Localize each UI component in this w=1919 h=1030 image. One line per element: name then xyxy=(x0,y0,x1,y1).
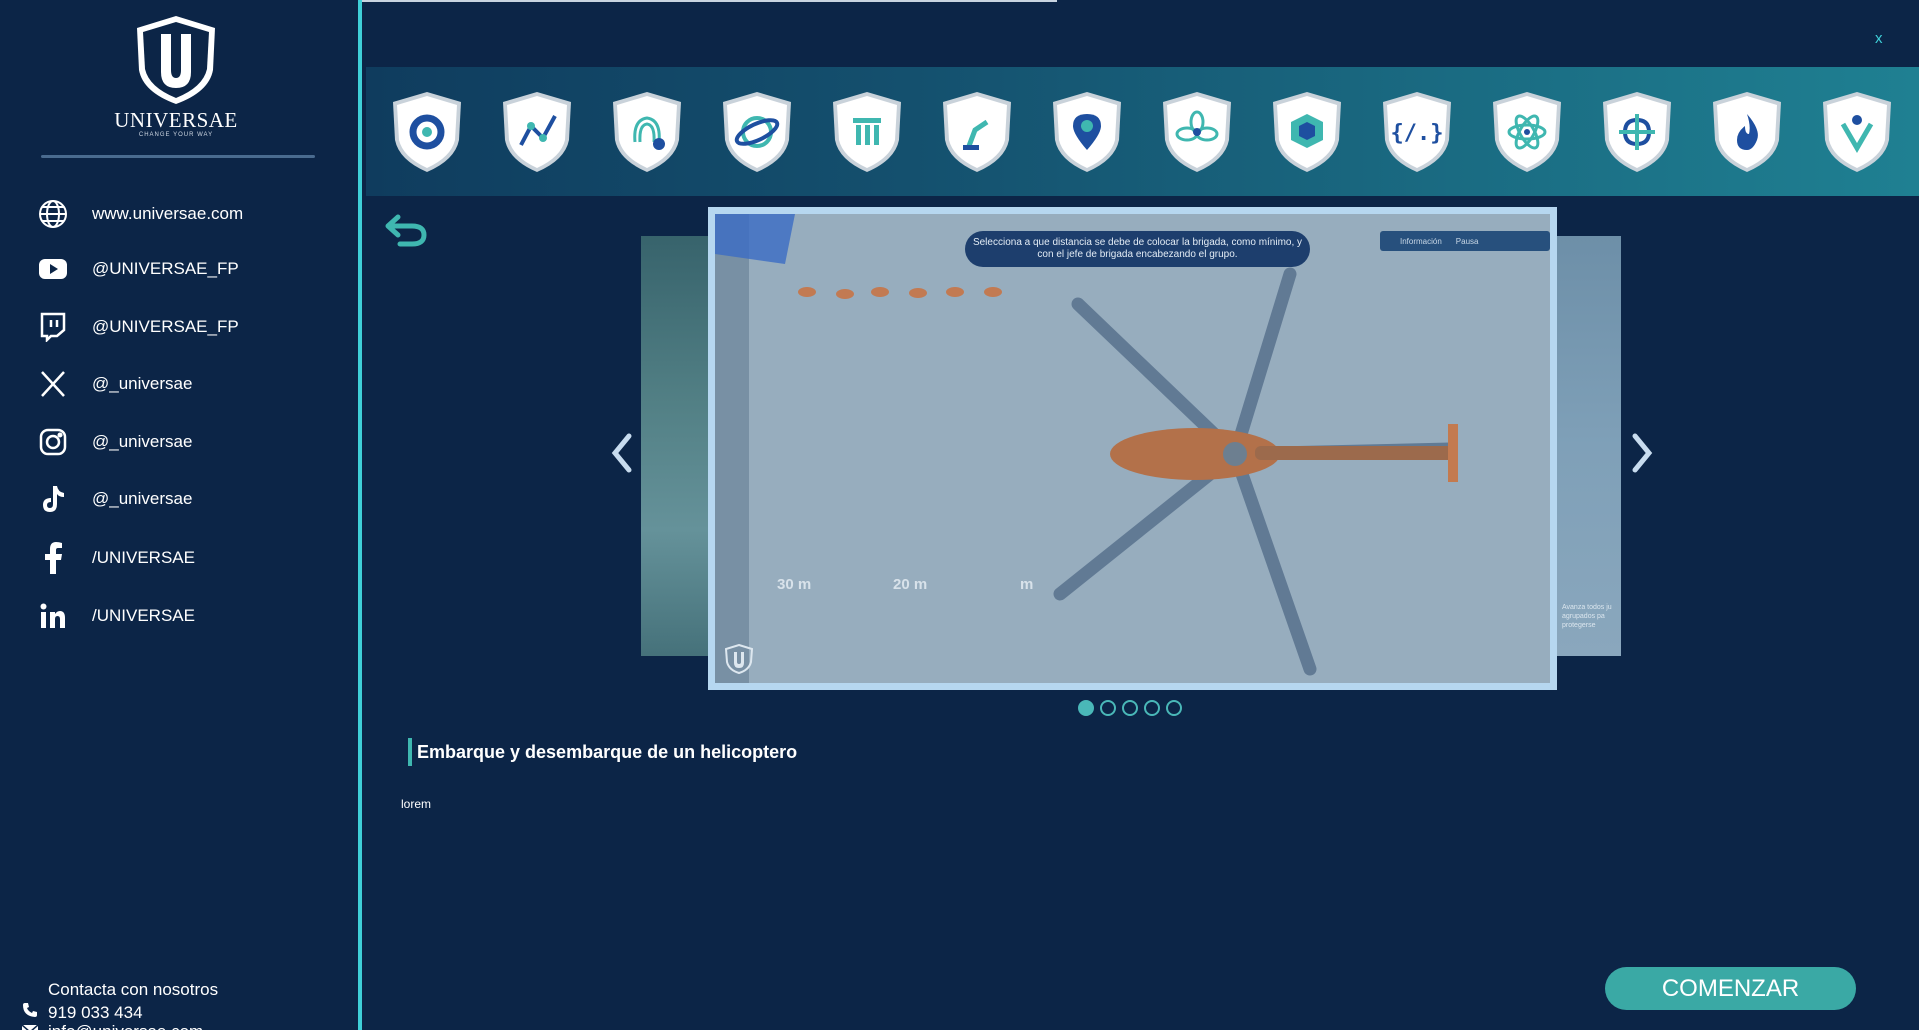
twitch-icon xyxy=(36,310,70,344)
linkedin-icon xyxy=(36,599,70,633)
social-link-youtube[interactable]: @UNIVERSAE_FP xyxy=(36,249,239,289)
category-badge[interactable] xyxy=(499,90,575,174)
distance-label: 20 m xyxy=(893,576,928,593)
carousel-dot[interactable] xyxy=(1166,700,1182,716)
carousel-next-button[interactable] xyxy=(1627,430,1657,476)
social-label: @UNIVERSAE_FP xyxy=(92,317,239,336)
columns-badge-icon xyxy=(833,92,901,172)
category-badge[interactable] xyxy=(1159,90,1235,174)
slide-instruction: Selecciona a que distancia se debe de co… xyxy=(965,231,1310,267)
hud-pause: Pausa xyxy=(1455,236,1479,246)
location-pin-badge-icon xyxy=(1053,92,1121,172)
people-badge-icon xyxy=(1823,92,1891,172)
social-label: www.universae.com xyxy=(92,204,244,223)
gear-badge-icon xyxy=(393,92,461,172)
social-label: @_universae xyxy=(92,432,193,451)
carousel-dot[interactable] xyxy=(1122,700,1138,716)
social-link-instagram[interactable]: @_universae xyxy=(36,422,192,462)
x-icon xyxy=(36,367,70,401)
hud-info: Información xyxy=(1400,236,1442,246)
contact-email[interactable]: info@universae.com xyxy=(21,1022,203,1030)
back-button[interactable] xyxy=(384,213,430,249)
social-link-website[interactable]: www.universae.com xyxy=(36,194,243,234)
cube-badge-icon xyxy=(1273,92,1341,172)
universae-logo: UNIVERSAE CHANGE YOUR WAY xyxy=(110,14,242,144)
robot-arm-badge-icon xyxy=(943,92,1011,172)
category-badge[interactable] xyxy=(1269,90,1345,174)
logo-divider xyxy=(41,155,315,158)
helicopter-scene-image xyxy=(715,214,1550,683)
preview-caption: Avanza todos ju agrupados pa protegerse xyxy=(1562,604,1612,629)
globe-icon xyxy=(36,197,70,231)
phone-icon xyxy=(22,1002,38,1023)
chevron-right-icon xyxy=(1632,433,1653,473)
fingerprint-badge-icon xyxy=(613,92,681,172)
slide-watermark-icon xyxy=(724,643,754,679)
carousel-prev-preview[interactable] xyxy=(641,236,711,656)
activity-title: Embarque y desembarque de un helicoptero xyxy=(417,741,798,762)
category-badge[interactable] xyxy=(389,90,465,174)
category-badge[interactable] xyxy=(1819,90,1895,174)
code-badge-icon: {/.} xyxy=(1383,92,1451,172)
category-badge[interactable] xyxy=(1049,90,1125,174)
carousel-dot[interactable] xyxy=(1078,700,1094,716)
contact-phone[interactable]: 919 033 434 xyxy=(22,1002,143,1023)
shield-logo-icon xyxy=(137,16,215,104)
close-button[interactable]: x xyxy=(1875,30,1883,47)
undo-arrow-icon xyxy=(385,214,427,247)
category-badge[interactable] xyxy=(1489,90,1565,174)
slide-hud: Información Pausa xyxy=(1380,231,1550,251)
category-badge[interactable] xyxy=(719,90,795,174)
brand-name: UNIVERSAE xyxy=(114,108,238,132)
social-link-facebook[interactable]: /UNIVERSAE xyxy=(36,538,195,578)
social-label: @UNIVERSAE_FP xyxy=(92,259,239,278)
graph-badge-icon xyxy=(503,92,571,172)
category-badge-bar xyxy=(366,67,1919,196)
phone-number: 919 033 434 xyxy=(48,1002,143,1022)
category-badge[interactable] xyxy=(609,90,685,174)
social-link-twitch[interactable]: @UNIVERSAE_FP xyxy=(36,307,239,347)
social-link-linkedin[interactable]: /UNIVERSAE xyxy=(36,596,195,636)
distance-label: 30 m xyxy=(777,576,812,593)
svg-text:{/.}: {/.} xyxy=(1391,121,1444,146)
email-address: info@universae.com xyxy=(48,1022,203,1030)
social-label: /UNIVERSAE xyxy=(92,606,195,625)
atom-badge-icon xyxy=(1493,92,1561,172)
activity-heading: Embarque y desembarque de un helicoptero xyxy=(408,738,797,766)
category-badge[interactable] xyxy=(829,90,905,174)
carousel-dot[interactable] xyxy=(1144,700,1160,716)
tiktok-icon xyxy=(36,482,70,516)
carousel-prev-button[interactable] xyxy=(607,430,637,476)
title-accent-bar xyxy=(408,738,412,766)
social-label: @_universae xyxy=(92,489,193,508)
category-badge[interactable] xyxy=(939,90,1015,174)
youtube-icon xyxy=(36,252,70,286)
chevron-left-icon xyxy=(611,433,632,473)
activity-description: lorem xyxy=(401,797,432,811)
instagram-icon xyxy=(36,425,70,459)
carousel-next-preview[interactable] xyxy=(1556,236,1621,656)
social-label: /UNIVERSAE xyxy=(92,548,195,567)
contact-title: Contacta con nosotros xyxy=(48,980,219,999)
mail-icon xyxy=(21,1022,39,1030)
start-button[interactable]: COMENZAR xyxy=(1605,967,1856,1010)
distance-label: m xyxy=(1020,576,1034,593)
sidebar: UNIVERSAE CHANGE YOUR WAY www.universae.… xyxy=(0,0,362,1030)
category-badge[interactable] xyxy=(1599,90,1675,174)
flame-badge-icon xyxy=(1713,92,1781,172)
social-label: @_universae xyxy=(92,374,193,393)
globe-orbit-badge-icon xyxy=(723,92,791,172)
flower-badge-icon xyxy=(1163,92,1231,172)
category-badge[interactable]: {/.} xyxy=(1379,90,1455,174)
social-link-tiktok[interactable]: @_universae xyxy=(36,479,192,519)
carousel-slide[interactable]: Selecciona a que distancia se debe de co… xyxy=(708,207,1557,690)
carousel-pagination xyxy=(1078,700,1182,716)
social-link-x[interactable]: @_universae xyxy=(36,364,192,404)
cross-loop-badge-icon xyxy=(1603,92,1671,172)
category-badge[interactable] xyxy=(1709,90,1785,174)
facebook-icon xyxy=(36,541,70,575)
carousel-dot[interactable] xyxy=(1100,700,1116,716)
